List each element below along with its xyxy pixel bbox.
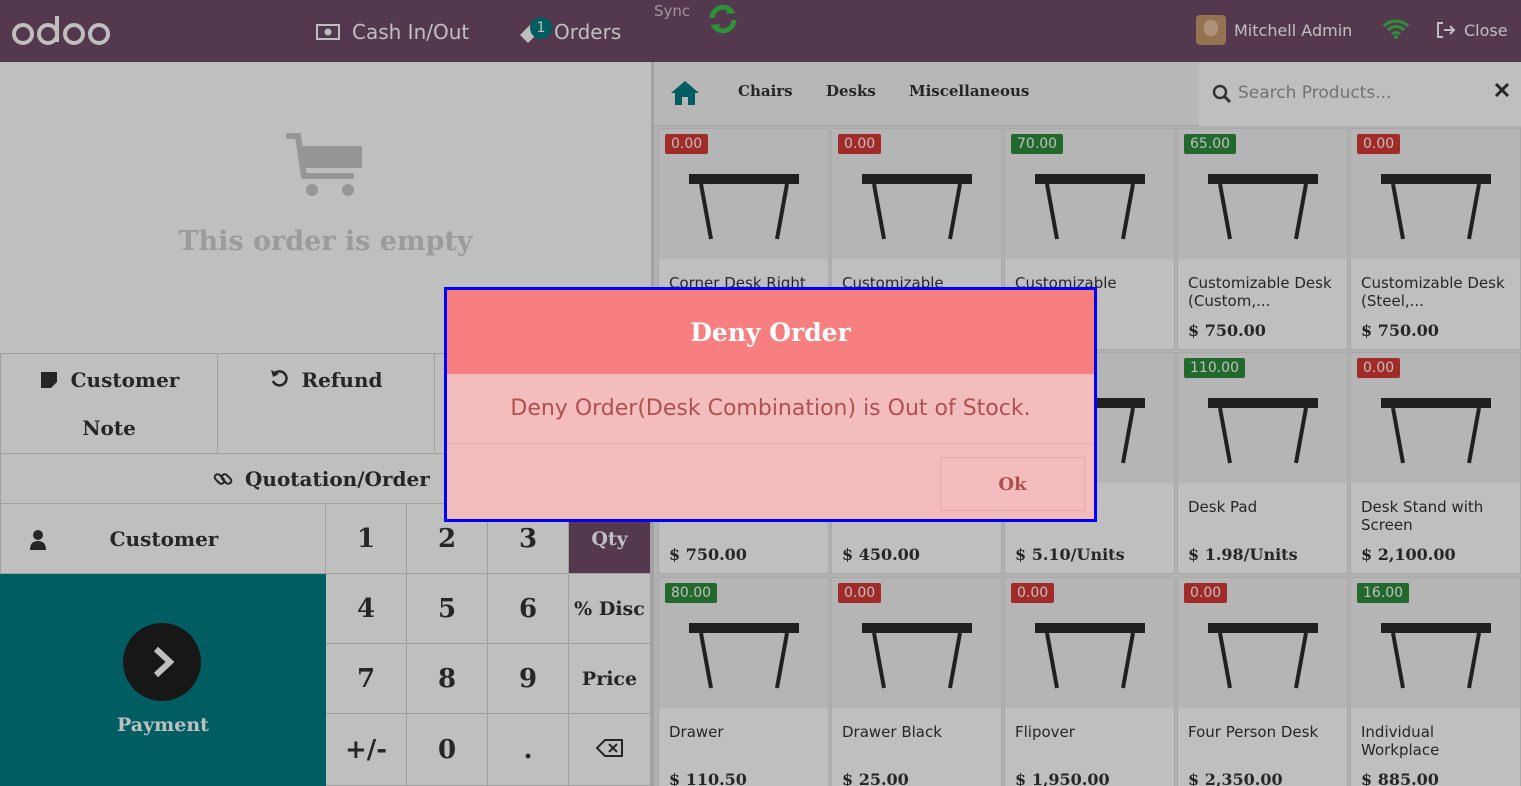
dialog-title: Deny Order: [447, 290, 1094, 374]
dialog-message: Deny Order(Desk Combination) is Out of S…: [447, 374, 1094, 444]
deny-order-dialog: Deny Order Deny Order(Desk Combination) …: [444, 287, 1097, 522]
ok-button[interactable]: Ok: [940, 457, 1085, 511]
